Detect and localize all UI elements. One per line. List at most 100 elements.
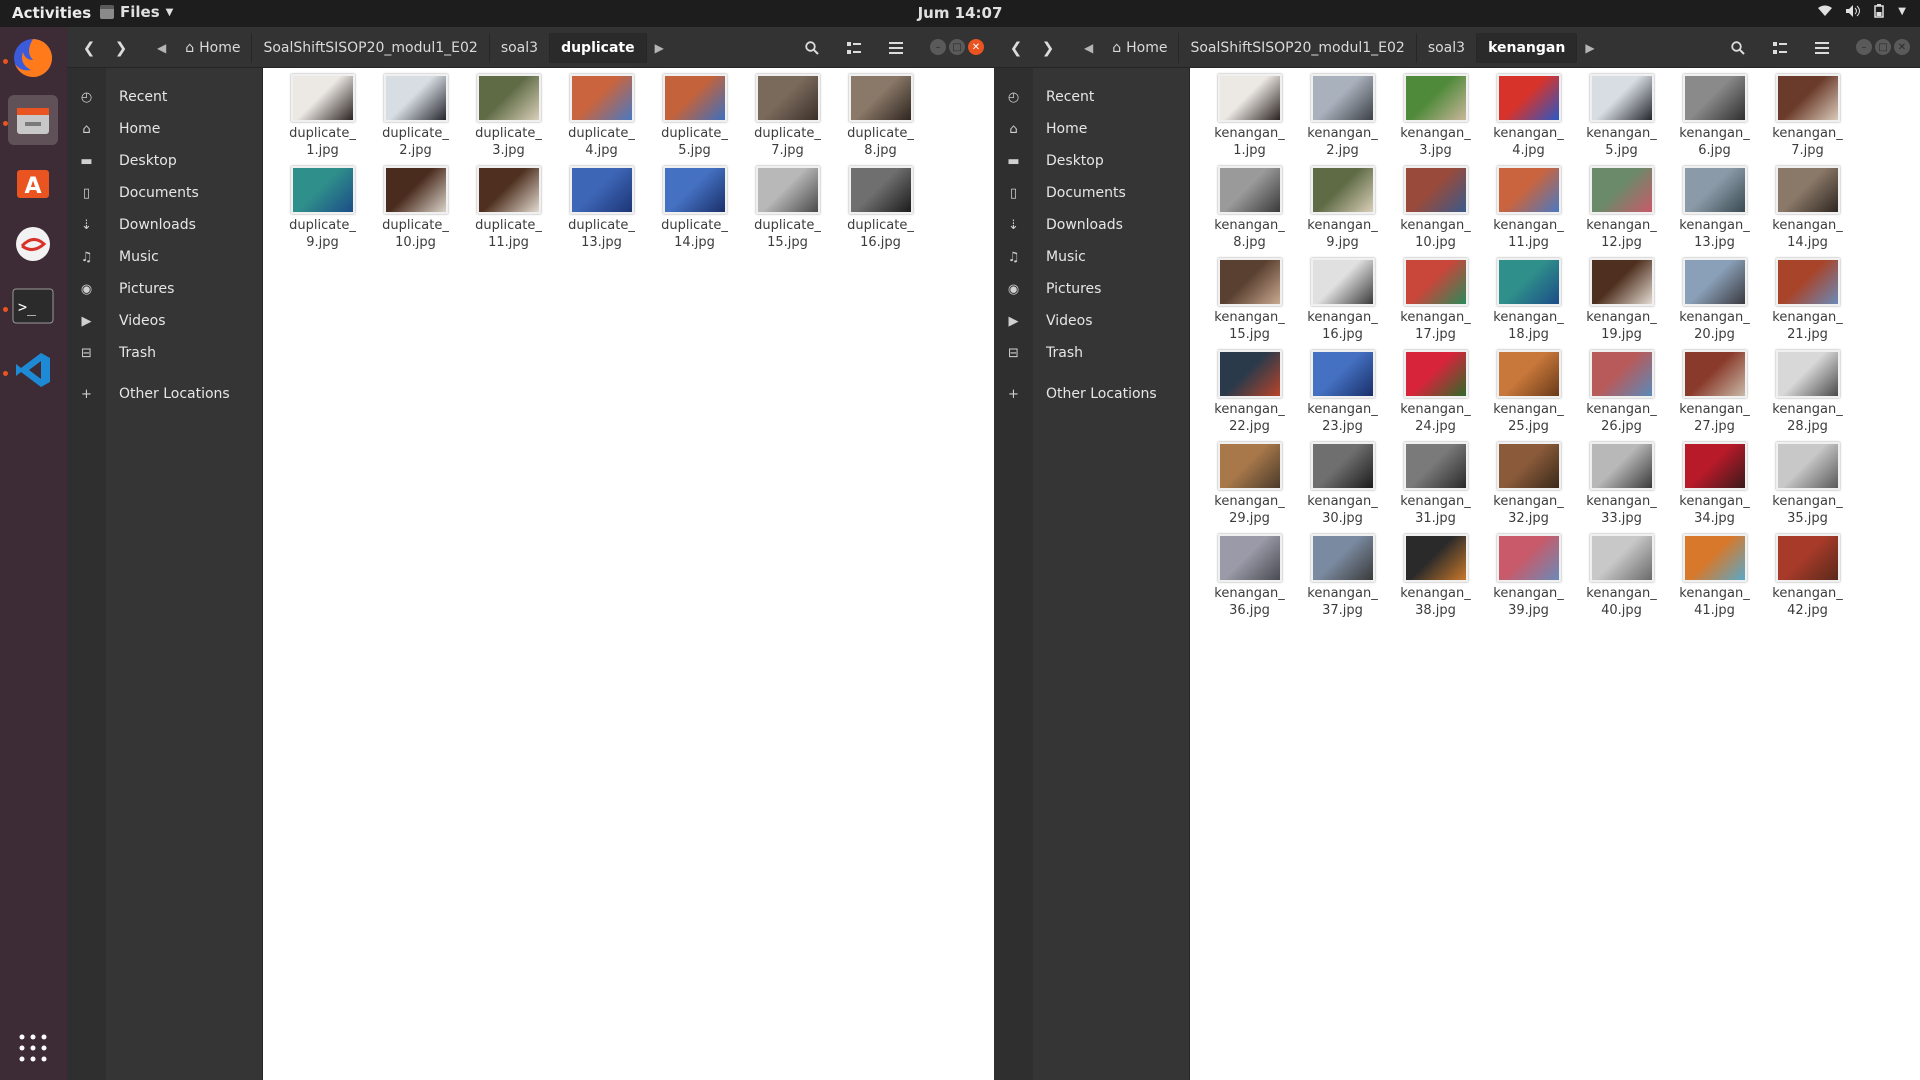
close-button[interactable]: ✕ — [968, 39, 984, 55]
sidebar-item-home[interactable]: ⌂ Home — [994, 113, 1190, 145]
file-item[interactable]: kenangan_ 1.jpg — [1203, 74, 1296, 166]
file-item[interactable]: kenangan_ 6.jpg — [1668, 74, 1761, 166]
sidebar-item-videos[interactable]: ▶ Videos — [994, 305, 1190, 337]
crumb-soal3[interactable]: soal3 — [1417, 33, 1478, 63]
crumb-kenangan[interactable]: kenangan — [1477, 33, 1578, 63]
back-button[interactable]: ❮ — [75, 34, 103, 62]
crumb-soalshift[interactable]: SoalShiftSISOP20_modul1_E02 — [1179, 33, 1417, 63]
file-item[interactable]: kenangan_ 34.jpg — [1668, 442, 1761, 534]
back-button[interactable]: ❮ — [1002, 34, 1030, 62]
sidebar-item-pictures[interactable]: ◉ Pictures — [994, 273, 1190, 305]
file-item[interactable]: kenangan_ 30.jpg — [1296, 442, 1389, 534]
file-item[interactable]: kenangan_ 40.jpg — [1575, 534, 1668, 626]
file-item[interactable]: kenangan_ 4.jpg — [1482, 74, 1575, 166]
clock[interactable]: Jum 14:07 — [918, 4, 1003, 22]
forward-button[interactable]: ❯ — [1034, 34, 1062, 62]
file-item[interactable]: duplicate_ 16.jpg — [834, 166, 927, 258]
file-item[interactable]: kenangan_ 3.jpg — [1389, 74, 1482, 166]
sidebar-item-trash[interactable]: ⊟ Trash — [67, 337, 263, 369]
minimize-button[interactable]: – — [1856, 39, 1872, 55]
crumb-soal3[interactable]: soal3 — [490, 33, 551, 63]
file-item[interactable]: kenangan_ 5.jpg — [1575, 74, 1668, 166]
file-item[interactable]: kenangan_ 13.jpg — [1668, 166, 1761, 258]
search-button[interactable] — [1724, 34, 1752, 62]
sidebar-item-other-locations[interactable]: + Other Locations — [994, 378, 1190, 410]
crumb-home[interactable]: ⌂ Home — [174, 33, 253, 63]
view-toggle-button[interactable] — [840, 34, 868, 62]
sidebar-item-downloads[interactable]: ⇣ Downloads — [994, 209, 1190, 241]
file-item[interactable]: kenangan_ 41.jpg — [1668, 534, 1761, 626]
file-item[interactable]: duplicate_ 8.jpg — [834, 74, 927, 166]
file-item[interactable]: kenangan_ 18.jpg — [1482, 258, 1575, 350]
sidebar-item-desktop[interactable]: ▬ Desktop — [994, 145, 1190, 177]
sidebar-item-pictures[interactable]: ◉ Pictures — [67, 273, 263, 305]
file-item[interactable]: kenangan_ 37.jpg — [1296, 534, 1389, 626]
sidebar-item-recent[interactable]: ◴ Recent — [994, 81, 1190, 113]
file-item[interactable]: kenangan_ 42.jpg — [1761, 534, 1854, 626]
file-item[interactable]: duplicate_ 14.jpg — [648, 166, 741, 258]
show-applications-icon[interactable] — [8, 1023, 58, 1073]
file-item[interactable]: kenangan_ 21.jpg — [1761, 258, 1854, 350]
sidebar-item-documents[interactable]: ▯ Documents — [67, 177, 263, 209]
file-item[interactable]: duplicate_ 4.jpg — [555, 74, 648, 166]
crumb-scroll-left-icon[interactable]: ◀ — [1076, 33, 1101, 63]
vscode-icon[interactable] — [8, 345, 58, 395]
file-item[interactable]: duplicate_ 15.jpg — [741, 166, 834, 258]
file-item[interactable]: duplicate_ 13.jpg — [555, 166, 648, 258]
menu-button[interactable] — [1808, 34, 1836, 62]
file-item[interactable]: kenangan_ 28.jpg — [1761, 350, 1854, 442]
file-item[interactable]: kenangan_ 12.jpg — [1575, 166, 1668, 258]
software-center-icon[interactable]: A — [8, 157, 58, 207]
file-item[interactable]: kenangan_ 20.jpg — [1668, 258, 1761, 350]
file-item[interactable]: kenangan_ 24.jpg — [1389, 350, 1482, 442]
crumb-scroll-left-icon[interactable]: ◀ — [149, 33, 174, 63]
file-item[interactable]: kenangan_ 16.jpg — [1296, 258, 1389, 350]
file-item[interactable]: kenangan_ 10.jpg — [1389, 166, 1482, 258]
file-item[interactable]: kenangan_ 35.jpg — [1761, 442, 1854, 534]
system-tray[interactable]: ▼ — [1818, 4, 1906, 18]
crumb-scroll-right-icon[interactable]: ▶ — [647, 33, 672, 63]
file-item[interactable]: kenangan_ 8.jpg — [1203, 166, 1296, 258]
sidebar-item-videos[interactable]: ▶ Videos — [67, 305, 263, 337]
file-item[interactable]: kenangan_ 2.jpg — [1296, 74, 1389, 166]
file-item[interactable]: kenangan_ 25.jpg — [1482, 350, 1575, 442]
file-item[interactable]: kenangan_ 27.jpg — [1668, 350, 1761, 442]
file-item[interactable]: kenangan_ 22.jpg — [1203, 350, 1296, 442]
minimize-button[interactable]: – — [930, 39, 946, 55]
file-item[interactable]: kenangan_ 36.jpg — [1203, 534, 1296, 626]
files-icon[interactable] — [8, 95, 58, 145]
file-item[interactable]: kenangan_ 15.jpg — [1203, 258, 1296, 350]
firefox-icon[interactable] — [8, 33, 58, 83]
file-item[interactable]: kenangan_ 26.jpg — [1575, 350, 1668, 442]
file-item[interactable]: kenangan_ 39.jpg — [1482, 534, 1575, 626]
file-item[interactable]: kenangan_ 23.jpg — [1296, 350, 1389, 442]
file-item[interactable]: kenangan_ 38.jpg — [1389, 534, 1482, 626]
file-item[interactable]: kenangan_ 7.jpg — [1761, 74, 1854, 166]
sidebar-item-music[interactable]: ♫ Music — [67, 241, 263, 273]
terminal-icon[interactable]: >_ — [8, 281, 58, 331]
maximize-button[interactable]: □ — [1875, 39, 1891, 55]
view-toggle-button[interactable] — [1766, 34, 1794, 62]
sidebar-item-other-locations[interactable]: + Other Locations — [67, 378, 263, 410]
file-item[interactable]: kenangan_ 33.jpg — [1575, 442, 1668, 534]
activities-button[interactable]: Activities — [12, 4, 91, 22]
maximize-button[interactable]: □ — [949, 39, 965, 55]
file-item[interactable]: duplicate_ 10.jpg — [369, 166, 462, 258]
file-item[interactable]: duplicate_ 7.jpg — [741, 74, 834, 166]
sidebar-item-music[interactable]: ♫ Music — [994, 241, 1190, 273]
file-item[interactable]: duplicate_ 5.jpg — [648, 74, 741, 166]
file-item[interactable]: kenangan_ 17.jpg — [1389, 258, 1482, 350]
app-menu[interactable]: Files ▼ — [100, 3, 173, 21]
file-item[interactable]: kenangan_ 9.jpg — [1296, 166, 1389, 258]
menu-button[interactable] — [882, 34, 910, 62]
sidebar-item-trash[interactable]: ⊟ Trash — [994, 337, 1190, 369]
sidebar-item-recent[interactable]: ◴ Recent — [67, 81, 263, 113]
sidebar-item-documents[interactable]: ▯ Documents — [994, 177, 1190, 209]
crumb-home[interactable]: ⌂ Home — [1101, 33, 1180, 63]
sidebar-item-desktop[interactable]: ▬ Desktop — [67, 145, 263, 177]
search-button[interactable] — [798, 34, 826, 62]
sidebar-item-home[interactable]: ⌂ Home — [67, 113, 263, 145]
sidebar-item-downloads[interactable]: ⇣ Downloads — [67, 209, 263, 241]
file-item[interactable]: duplicate_ 3.jpg — [462, 74, 555, 166]
file-item[interactable]: kenangan_ 11.jpg — [1482, 166, 1575, 258]
